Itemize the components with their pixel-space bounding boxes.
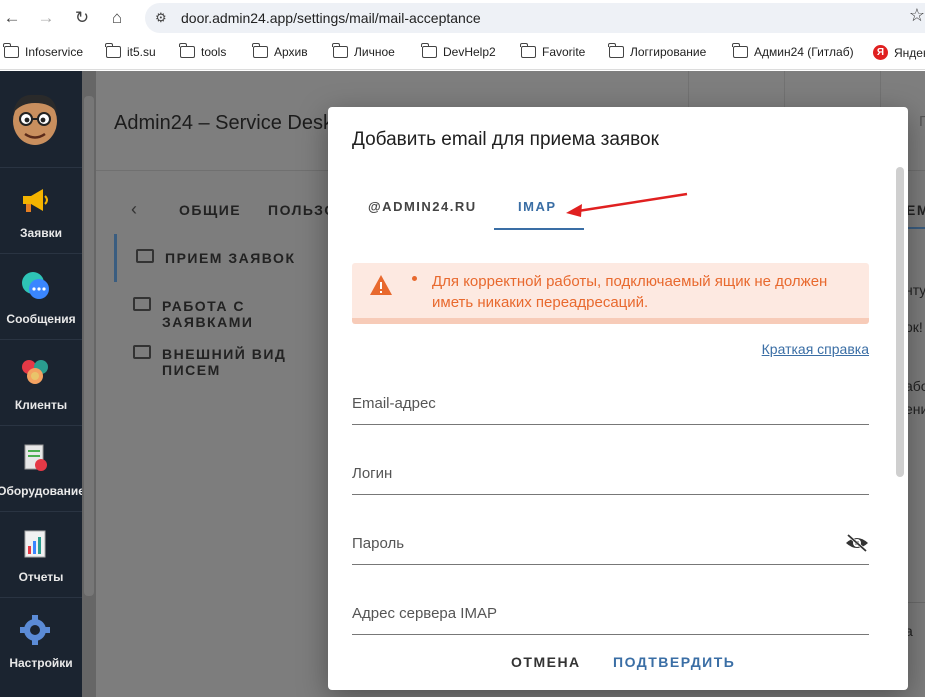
mail-icon	[136, 249, 154, 263]
header-divider	[880, 71, 881, 111]
clients-icon	[22, 360, 48, 384]
folder-icon	[252, 43, 268, 58]
bookmark-item[interactable]: tools	[179, 43, 226, 59]
tab-mail-active[interactable]: ЕМ	[906, 189, 925, 229]
address-bar[interactable]: ⚙ door.admin24.app/settings/mail/mail-ac…	[145, 3, 925, 33]
chevron-left-icon[interactable]: ‹	[131, 199, 137, 220]
background-text: або	[905, 378, 925, 394]
folder-icon	[332, 43, 348, 58]
sidebar-item-reports[interactable]: Отчеты	[0, 511, 82, 597]
equipment-icon	[24, 444, 47, 471]
home-icon[interactable]: ⌂	[107, 8, 127, 28]
sidebar-item-label: Клиенты	[14, 398, 68, 412]
password-input[interactable]	[352, 531, 832, 555]
avatar-logo	[13, 94, 57, 145]
header-divider	[688, 71, 689, 111]
sidebar: Заявки Сообщения Клиенты Оборудование От…	[0, 71, 85, 697]
email-field[interactable]	[352, 385, 869, 425]
bookmark-item[interactable]: it5.su	[105, 43, 156, 59]
sidebar-item-tickets[interactable]: Заявки	[0, 167, 82, 253]
submenu-item-label: ПРИЕМ ЗАЯВОК	[165, 250, 296, 266]
dialog-title: Добавить email для приема заявок	[352, 129, 659, 150]
header-right-fragment[interactable]: П	[919, 113, 925, 130]
alert-text: Для корректной работы, подключаемый ящик…	[432, 273, 828, 311]
login-input[interactable]	[352, 461, 832, 485]
page-title: Admin24 – Service Desk	[114, 112, 333, 134]
folder-icon	[520, 43, 536, 58]
folder-icon	[105, 43, 121, 58]
tab-general[interactable]: ОБЩИЕ	[179, 202, 241, 218]
browser-toolbar: ← → ↻ ⌂ ⚙ door.admin24.app/settings/mail…	[0, 0, 925, 36]
megaphone-icon	[23, 189, 48, 212]
sidebar-item-equipment[interactable]: Оборудование	[0, 425, 85, 511]
sidebar-item-label: Сообщения	[6, 312, 76, 326]
imap-server-field[interactable]	[352, 595, 869, 635]
mail-edit-icon	[133, 345, 151, 359]
folder-icon	[608, 43, 624, 58]
reload-icon[interactable]: ↻	[72, 8, 92, 28]
dialog-scrollbar[interactable]	[896, 167, 904, 477]
bookmark-item[interactable]: Личное	[332, 43, 395, 59]
back-arrow-icon[interactable]: ←	[2, 8, 22, 28]
tab-users[interactable]: ПОЛЬЗО	[268, 202, 337, 218]
submenu-item-label: РАБОТА С ЗАЯВКАМИ	[162, 298, 254, 330]
tab-admin24[interactable]: @ADMIN24.RU	[368, 199, 477, 214]
tab-imap[interactable]: IMAP	[518, 199, 557, 214]
folder-icon	[732, 43, 748, 58]
folder-icon	[421, 43, 437, 58]
eye-off-icon[interactable]	[845, 533, 869, 553]
warning-alert: Для корректной работы, подключаемый ящик…	[352, 263, 869, 324]
login-field[interactable]	[352, 455, 869, 495]
bookmark-item[interactable]: Админ24 (Гитлаб)	[732, 43, 854, 59]
annotation-arrow	[566, 192, 688, 217]
site-info-icon[interactable]: ⚙	[155, 10, 171, 26]
sidebar-item-label: Настройки	[9, 656, 73, 670]
bookmark-item[interactable]: Favorite	[520, 43, 585, 59]
sidebar-scrollbar-thumb[interactable]	[84, 96, 94, 596]
help-link[interactable]: Краткая справка	[762, 341, 869, 357]
header-divider	[784, 71, 785, 111]
sidebar-item-settings[interactable]: Настройки	[0, 597, 82, 683]
warning-icon	[370, 275, 392, 295]
cancel-button[interactable]: ОТМЕНА	[511, 654, 581, 670]
confirm-button[interactable]: ПОДТВЕРДИТЬ	[613, 654, 735, 670]
submenu-item-processing[interactable]: РАБОТА С ЗАЯВКАМИ	[114, 282, 334, 330]
bookmark-star-icon[interactable]: ☆	[909, 5, 925, 26]
bookmark-item[interactable]: DevHelp2	[421, 43, 496, 59]
active-tab-indicator	[494, 228, 584, 230]
reports-icon	[24, 530, 46, 558]
bookmark-item[interactable]: ЯЯндекс	[873, 45, 925, 60]
password-field[interactable]	[352, 525, 869, 565]
bookmark-item[interactable]: Логгирование	[608, 43, 706, 59]
sidebar-item-label: Оборудование	[0, 484, 85, 498]
sidebar-item-label: Отчеты	[18, 570, 64, 584]
forward-arrow-icon[interactable]: →	[36, 8, 56, 28]
bookmarks-bar: Infoservice it5.su tools Архив Личное De…	[0, 36, 925, 70]
sidebar-item-clients[interactable]: Клиенты	[0, 339, 82, 425]
background-text: нту	[905, 282, 925, 298]
folder-icon	[3, 43, 19, 58]
submenu-item-label: ВНЕШНИЙ ВИД ПИСЕМ	[162, 346, 287, 378]
bookmark-item[interactable]: Архив	[252, 43, 308, 59]
bookmark-item[interactable]: Infoservice	[3, 43, 83, 59]
submenu-item-appearance[interactable]: ВНЕШНИЙ ВИД ПИСЕМ	[114, 330, 334, 378]
mail-icon	[133, 297, 151, 311]
url-text: door.admin24.app/settings/mail/mail-acce…	[181, 10, 481, 26]
folder-icon	[179, 43, 195, 58]
gear-icon	[20, 615, 50, 645]
sidebar-item-label: Заявки	[20, 226, 62, 240]
bullet	[412, 276, 417, 281]
chat-icon	[22, 272, 49, 299]
imap-server-input[interactable]	[352, 601, 832, 625]
background-text: ени	[905, 401, 925, 417]
submenu-item-acceptance[interactable]: ПРИЕМ ЗАЯВОК	[114, 234, 334, 282]
yandex-icon: Я	[873, 45, 888, 60]
sidebar-item-messages[interactable]: Сообщения	[0, 253, 82, 339]
email-input[interactable]	[352, 391, 832, 415]
